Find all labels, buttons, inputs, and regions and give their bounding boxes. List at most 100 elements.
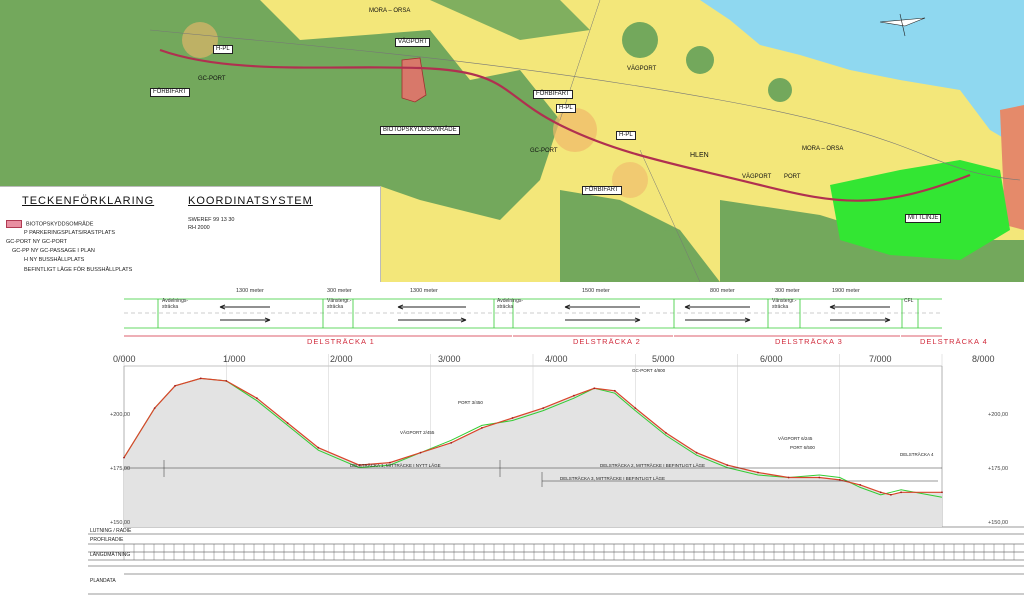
legend-title: TECKENFÖRKLARING (22, 195, 155, 207)
coordinate-system-line: RH 2000 (188, 225, 210, 231)
profile-point (787, 476, 790, 479)
lane-section-label: Vänstergr.- sträcka (772, 298, 797, 310)
map-label-centerline[interactable]: MITTLINJE (905, 214, 942, 223)
forest-patch (622, 22, 658, 58)
delstracka-label-1[interactable]: DELSTRÄCKA 1 (307, 337, 375, 346)
legend-item: GC-PORT NY GC-PORT (6, 239, 68, 245)
legend-item: BEFINTLIGT LÄGE FÖR BUSSHÅLLPLATS (24, 267, 133, 273)
elevation-label: +175,00 (988, 466, 1009, 472)
elevation-label: +150,00 (988, 520, 1009, 526)
map-road-label: MORA – ORSA (369, 8, 411, 14)
profile-point (286, 422, 289, 424)
segment-length: 300 meter (327, 288, 352, 294)
km-tick-label: 6/000 (760, 354, 783, 364)
map-label-bus-stop[interactable]: H-PL (616, 131, 636, 140)
profile-note: DELSTRÄCKA 4 (900, 452, 934, 457)
delstracka-label-4[interactable]: DELSTRÄCKA 4 (920, 337, 988, 346)
coordinate-system-line: SWEREF 99 13 30 (188, 217, 235, 223)
profile-point (450, 441, 453, 444)
segment-length: 800 meter (710, 288, 735, 294)
map-label-place: HLEN (690, 152, 709, 159)
km-tick-label: 1/000 (223, 354, 246, 364)
km-tick-label: 7/000 (869, 354, 892, 364)
map-legend: TECKENFÖRKLARING KOORDINATSYSTEM BIOTOPS… (0, 186, 381, 282)
table-row-label: PROFILRADIE (90, 537, 124, 543)
forest-patch (768, 78, 792, 102)
map-label-underpass[interactable]: PORT (782, 174, 803, 181)
profile-point (726, 464, 729, 466)
profile-point (153, 407, 156, 409)
profile-note: DELSTRÄCKA 2, MITTRÄCKE I BEFINTLIGT LÄG… (600, 463, 705, 468)
km-tick-label: 8/000 (972, 354, 995, 364)
profile-point (838, 479, 841, 481)
profile-point (818, 476, 821, 479)
map-label-bus-stop[interactable]: H-PL (556, 104, 576, 113)
road-profile[interactable]: 0/000 1/000 2/000 3/000 4/000 5/000 6/00… (0, 282, 1024, 604)
profile-point (665, 432, 667, 434)
profile-point (511, 417, 514, 419)
legend-item-biotope: BIOTOPSKYDDSOMRÅDE (6, 220, 93, 228)
profile-note: GC-PORT 4/800 (632, 368, 666, 373)
profile-point (225, 380, 228, 382)
overview-map[interactable]: MORA – ORSA MORA – ORSA H-PL H-PL H-PL V… (0, 0, 1024, 282)
lane-section-label: CFL (904, 298, 914, 304)
profile-point (123, 456, 125, 459)
segment-length: 1500 meter (582, 288, 610, 294)
km-tick-label: 3/000 (438, 354, 461, 364)
elevation-label: +200,00 (110, 412, 131, 418)
delstracka-label-2[interactable]: DELSTRÄCKA 2 (573, 337, 641, 346)
map-label-gc-underpass[interactable]: GC-PORT (528, 148, 560, 155)
map-label-road-underpass[interactable]: VÄGPORT (740, 174, 773, 181)
map-label-gc-underpass[interactable]: GC-PORT (196, 76, 228, 83)
elevation-label: +175,00 (110, 466, 131, 472)
profile-point (256, 397, 258, 400)
urban-area (553, 108, 597, 152)
km-tick-label: 2/000 (330, 354, 353, 364)
map-label-road-underpass[interactable]: VÄGPORT (395, 38, 431, 47)
lane-section-label: Vänstergr.- sträcka (327, 298, 352, 310)
profile-note: VÄGPORT 6/245 (778, 436, 813, 441)
table-row-label: LUTNING / RADIE (90, 528, 132, 534)
page: MORA – ORSA MORA – ORSA H-PL H-PL H-PL V… (0, 0, 1024, 604)
forest-patch (584, 214, 616, 246)
profile-point (900, 491, 902, 494)
table-row-label: PLANDATA (90, 578, 116, 584)
segment-length: 1300 meter (236, 288, 264, 294)
forest-patch (686, 46, 714, 74)
profile-drawing (88, 298, 1024, 595)
profile-note: DELSTRÄCKA 3, MITTRÄCKE I BEFINTLIGT LÄG… (560, 476, 665, 481)
profile-point (695, 451, 698, 454)
segment-length: 1900 meter (832, 288, 860, 294)
legend-item: P PARKERINGSPLATS/RASTPLATS (24, 230, 115, 236)
profile-point (890, 493, 892, 496)
map-label-bypass[interactable]: FÖRBIFART (582, 186, 622, 195)
segment-length: 1300 meter (410, 288, 438, 294)
profile-point (757, 471, 759, 474)
map-label-bypass[interactable]: FÖRBIFART (150, 88, 190, 97)
profile-point (481, 427, 483, 429)
profile-point (174, 384, 177, 387)
profile-point (542, 407, 545, 409)
map-label-road-underpass[interactable]: VÄGPORT (625, 66, 658, 73)
table-row-label: LÄNGDMÄTNING (90, 552, 131, 558)
km-tick-label: 0/000 (113, 354, 136, 364)
profile-note: VÄGPORT 2/455 (400, 430, 435, 435)
profile-note: PORT 6/500 (790, 445, 815, 450)
km-tick-label: 5/000 (652, 354, 675, 364)
profile-data-table (88, 533, 1024, 595)
profile-point (573, 394, 575, 397)
forest-patch (650, 230, 690, 270)
segment-length: 300 meter (775, 288, 800, 294)
profile-point (419, 451, 422, 454)
map-label-bypass[interactable]: FÖRBIFART (533, 90, 573, 99)
delstracka-label-3[interactable]: DELSTRÄCKA 3 (775, 337, 843, 346)
profile-note: PORT 3/450 (458, 400, 483, 405)
legend-item: H NY BUSSHÅLLPLATS (24, 257, 85, 263)
profile-point (199, 377, 202, 380)
map-label-bus-stop[interactable]: H-PL (213, 45, 233, 54)
map-label-biotope[interactable]: BIOTOPSKYDDSOMRÅDE (380, 126, 460, 135)
elevation-label: +200,00 (988, 412, 1009, 418)
coordinate-system-title: KOORDINATSYSTEM (188, 195, 313, 207)
profile-point (317, 446, 320, 449)
profile-point (859, 484, 862, 486)
